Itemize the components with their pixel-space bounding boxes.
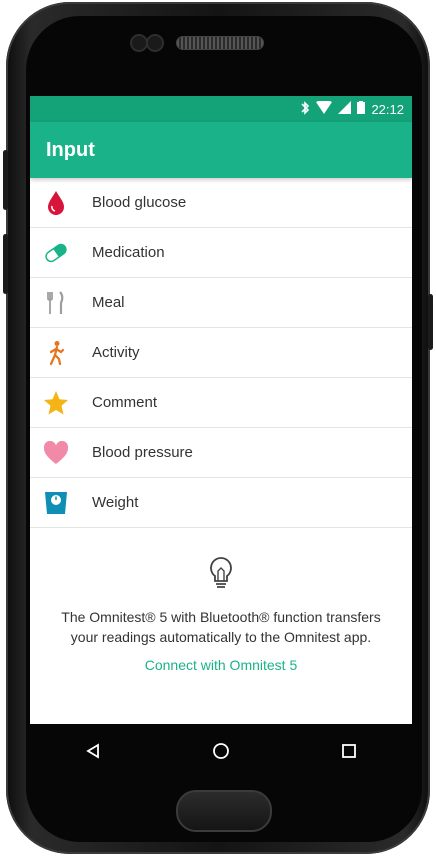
- power-button: [428, 294, 433, 350]
- info-text: The Omnitest® 5 with Bluetooth® function…: [61, 609, 381, 645]
- status-time: 22:12: [371, 101, 404, 117]
- fork-knife-icon: [42, 289, 70, 317]
- list-item-weight[interactable]: Weight: [30, 478, 412, 528]
- recents-square-icon[interactable]: [341, 743, 357, 759]
- scale-icon: [42, 489, 70, 517]
- pill-icon: [42, 239, 70, 267]
- bluetooth-icon: [300, 100, 310, 118]
- list-item-blood-pressure[interactable]: Blood pressure: [30, 428, 412, 478]
- list-item-meal[interactable]: Meal: [30, 278, 412, 328]
- walking-person-icon: [42, 339, 70, 367]
- status-bar: 22:12: [30, 96, 412, 122]
- list-item-label: Meal: [92, 294, 125, 311]
- list-item-label: Medication: [92, 244, 165, 261]
- star-icon: [42, 389, 70, 417]
- list-item-comment[interactable]: Comment: [30, 378, 412, 428]
- front-sensor: [146, 34, 164, 52]
- blood-drop-icon: [42, 189, 70, 217]
- list-item-label: Comment: [92, 394, 158, 411]
- app-bar: Input: [30, 122, 412, 178]
- list-item-label: Weight: [92, 494, 139, 511]
- list-item-activity[interactable]: Activity: [30, 328, 412, 378]
- wifi-icon: [316, 100, 333, 117]
- list-item-blood-glucose[interactable]: Blood glucose: [30, 178, 412, 228]
- info-section: The Omnitest® 5 with Bluetooth® function…: [30, 556, 412, 673]
- earpiece: [176, 36, 264, 50]
- connect-link[interactable]: Connect with Omnitest 5: [30, 657, 412, 673]
- volume-button: [3, 150, 8, 210]
- home-circle-icon[interactable]: [212, 742, 230, 760]
- screen: 22:12 Input Blood glucose Medication Mea…: [30, 96, 412, 724]
- list-item-label: Blood pressure: [92, 444, 193, 461]
- back-triangle-icon[interactable]: [85, 743, 101, 759]
- lightbulb-icon: [30, 556, 412, 595]
- list-item-label: Activity: [92, 344, 140, 361]
- power-button-left: [3, 234, 8, 294]
- page-title: Input: [46, 138, 95, 161]
- home-button[interactable]: [176, 790, 272, 832]
- heart-icon: [42, 439, 70, 467]
- list-item-label: Blood glucose: [92, 194, 187, 211]
- nav-bar: [30, 724, 412, 778]
- signal-icon: [338, 101, 352, 117]
- input-list: Blood glucose Medication Meal Activity C…: [30, 178, 412, 528]
- battery-icon: [357, 101, 366, 117]
- list-item-medication[interactable]: Medication: [30, 228, 412, 278]
